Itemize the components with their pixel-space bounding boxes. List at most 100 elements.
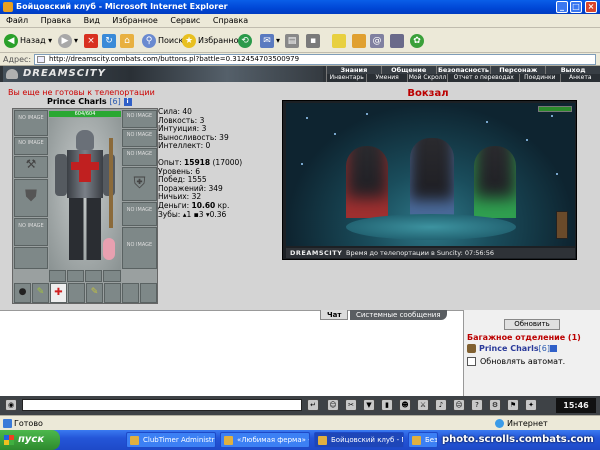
task-farm[interactable]: «Любимая ферма» - ... (220, 432, 310, 448)
discuss-button[interactable] (332, 32, 348, 49)
menu-file[interactable]: Файл (6, 16, 28, 25)
nav-profile[interactable]: Анкета (559, 74, 600, 82)
bottom-slot-4[interactable] (68, 283, 85, 303)
help-icon[interactable]: ? (471, 399, 483, 411)
smile-icon[interactable]: ☺ (327, 399, 339, 411)
bottom-slot-heal[interactable]: ✚ (50, 283, 67, 303)
character-name[interactable]: Prince Charls (47, 97, 107, 106)
nav-exit[interactable]: Выход (545, 66, 600, 74)
slot-helmet[interactable]: NO IMAGE (122, 110, 157, 128)
location-image[interactable] (286, 103, 575, 246)
slot-ring-4[interactable] (103, 270, 121, 282)
search-button[interactable]: ⚲ Поиск (142, 32, 183, 49)
print-button[interactable]: ▤ (285, 32, 301, 49)
tool-button[interactable] (390, 32, 406, 49)
refresh-list-button[interactable]: Обновить (504, 319, 560, 330)
window-title: Бойцовский клуб - Microsoft Internet Exp… (16, 2, 228, 11)
menu-tools[interactable]: Сервис (170, 16, 200, 25)
history-button[interactable]: ⟲ (238, 32, 254, 49)
icq-button[interactable]: ✿ (410, 32, 426, 49)
menu-favorites[interactable]: Избранное (112, 16, 157, 25)
menu-edit[interactable]: Правка (41, 16, 71, 25)
location-title: Вокзал (407, 88, 449, 99)
slot-bracers[interactable]: NO IMAGE (122, 129, 157, 147)
nav-knowledge[interactable]: Знания (326, 66, 381, 74)
exit-lever[interactable] (556, 211, 568, 239)
send-arrow-icon[interactable]: ↵ (307, 399, 319, 411)
task-clubtimer[interactable]: ClubTimer Administrat... (126, 432, 216, 448)
menu-view[interactable]: Вид (84, 16, 100, 25)
info-icon[interactable] (549, 345, 557, 352)
edit-button[interactable]: ▪ (306, 32, 322, 49)
bottom-slot-8[interactable] (140, 283, 157, 303)
task-fight-club[interactable]: Бойцовский клуб - M... (314, 432, 404, 448)
forward-button[interactable]: ▶ ▾ (58, 32, 78, 49)
minimize-button[interactable]: _ (556, 1, 568, 13)
chat-settings-icon[interactable]: ◉ (5, 399, 17, 411)
bottom-slot-6[interactable] (104, 283, 121, 303)
bottom-slot-bomb[interactable]: ● (14, 283, 31, 303)
slot-earrings[interactable]: NO IMAGE (14, 110, 48, 136)
back-button[interactable]: ◀ Назад ▾ (4, 32, 52, 49)
tool-2-icon[interactable]: ⚑ (507, 399, 519, 411)
slot-armor[interactable]: ⛊ (14, 179, 48, 217)
favorites-button[interactable]: ★ Избранное (182, 32, 243, 49)
tab-system-messages[interactable]: Системные сообщения (350, 310, 447, 320)
chat-window[interactable] (0, 310, 463, 396)
baggage-player-name[interactable]: Prince Charls (479, 344, 539, 353)
slot-shield[interactable]: ⛨ (122, 167, 157, 201)
lock-icon[interactable]: ▮ (381, 399, 393, 411)
nav-inventory[interactable]: Инвентарь (326, 74, 367, 82)
checkbox-box[interactable] (467, 357, 476, 366)
nav-transfer-report[interactable]: Отчет о переводах (447, 74, 520, 82)
filter-icon[interactable]: ▼ (363, 399, 375, 411)
bottom-slot-scroll[interactable]: ✎ (32, 283, 49, 303)
slot-belt[interactable]: NO IMAGE (14, 218, 48, 246)
slot-amulet[interactable]: NO IMAGE (14, 137, 48, 155)
clear-icon[interactable]: ✂ (345, 399, 357, 411)
nav-my-scroll[interactable]: Мой Скролл (406, 74, 448, 82)
slot-boots[interactable]: NO IMAGE (122, 227, 157, 269)
nav-communication[interactable]: Общение (380, 66, 436, 74)
menu-help[interactable]: Справка (213, 16, 248, 25)
nav-character[interactable]: Персонаж (490, 66, 546, 74)
home-button[interactable]: ⌂ (120, 32, 136, 49)
bottom-slot-5[interactable]: ✎ (86, 283, 103, 303)
close-button[interactable]: × (585, 1, 597, 13)
fight-icon[interactable]: ⚔ (417, 399, 429, 411)
messenger-button[interactable] (352, 32, 368, 49)
refresh-button[interactable]: ↻ (102, 32, 118, 49)
address-input[interactable]: http://dreamscity.combats.com/buttons.pl… (34, 54, 596, 65)
game-logo[interactable]: DREAMSCITY (3, 66, 323, 82)
window-title-bar[interactable]: Бойцовский клуб - Microsoft Internet Exp… (0, 0, 600, 14)
person-icon[interactable]: ☻ (399, 399, 411, 411)
research-button[interactable]: @ (370, 32, 386, 49)
slot-pocket[interactable] (14, 247, 48, 269)
game-main: Вы еще не готовы к телепортации Prince C… (0, 82, 600, 310)
task-untitled[interactable]: Безымянны... (408, 432, 438, 448)
slot-gloves[interactable]: NO IMAGE (122, 148, 157, 166)
mail-button[interactable]: ✉ ▾ (260, 32, 280, 49)
start-button[interactable]: пуск (0, 430, 60, 450)
tab-chat[interactable]: Чат (320, 310, 349, 320)
bottom-slot-7[interactable] (122, 283, 139, 303)
tool-3-icon[interactable]: ✦ (525, 399, 537, 411)
nav-fights[interactable]: Поединки (519, 74, 560, 82)
auto-refresh-checkbox[interactable]: Обновлять автомат. (467, 357, 565, 366)
maximize-button[interactable]: □ (570, 1, 582, 13)
character-avatar[interactable] (49, 118, 121, 270)
tool-1-icon[interactable]: ⚙ (489, 399, 501, 411)
mask-icon[interactable]: ☹ (453, 399, 465, 411)
game-header: DREAMSCITY Знания Общение Безопасность П… (0, 66, 600, 82)
slot-weapon[interactable]: ⚒ (14, 156, 48, 178)
info-icon[interactable]: i (123, 97, 132, 106)
slot-ring-3[interactable] (85, 270, 102, 282)
chat-input[interactable] (22, 399, 302, 411)
slot-ring-1[interactable] (49, 270, 66, 282)
slot-ring-2[interactable] (67, 270, 84, 282)
nav-security[interactable]: Безопасность (435, 66, 491, 74)
music-icon[interactable]: ♪ (435, 399, 447, 411)
nav-skills[interactable]: Умения (366, 74, 407, 82)
stop-button[interactable]: × (84, 32, 100, 49)
slot-leggings[interactable]: NO IMAGE (122, 202, 157, 226)
